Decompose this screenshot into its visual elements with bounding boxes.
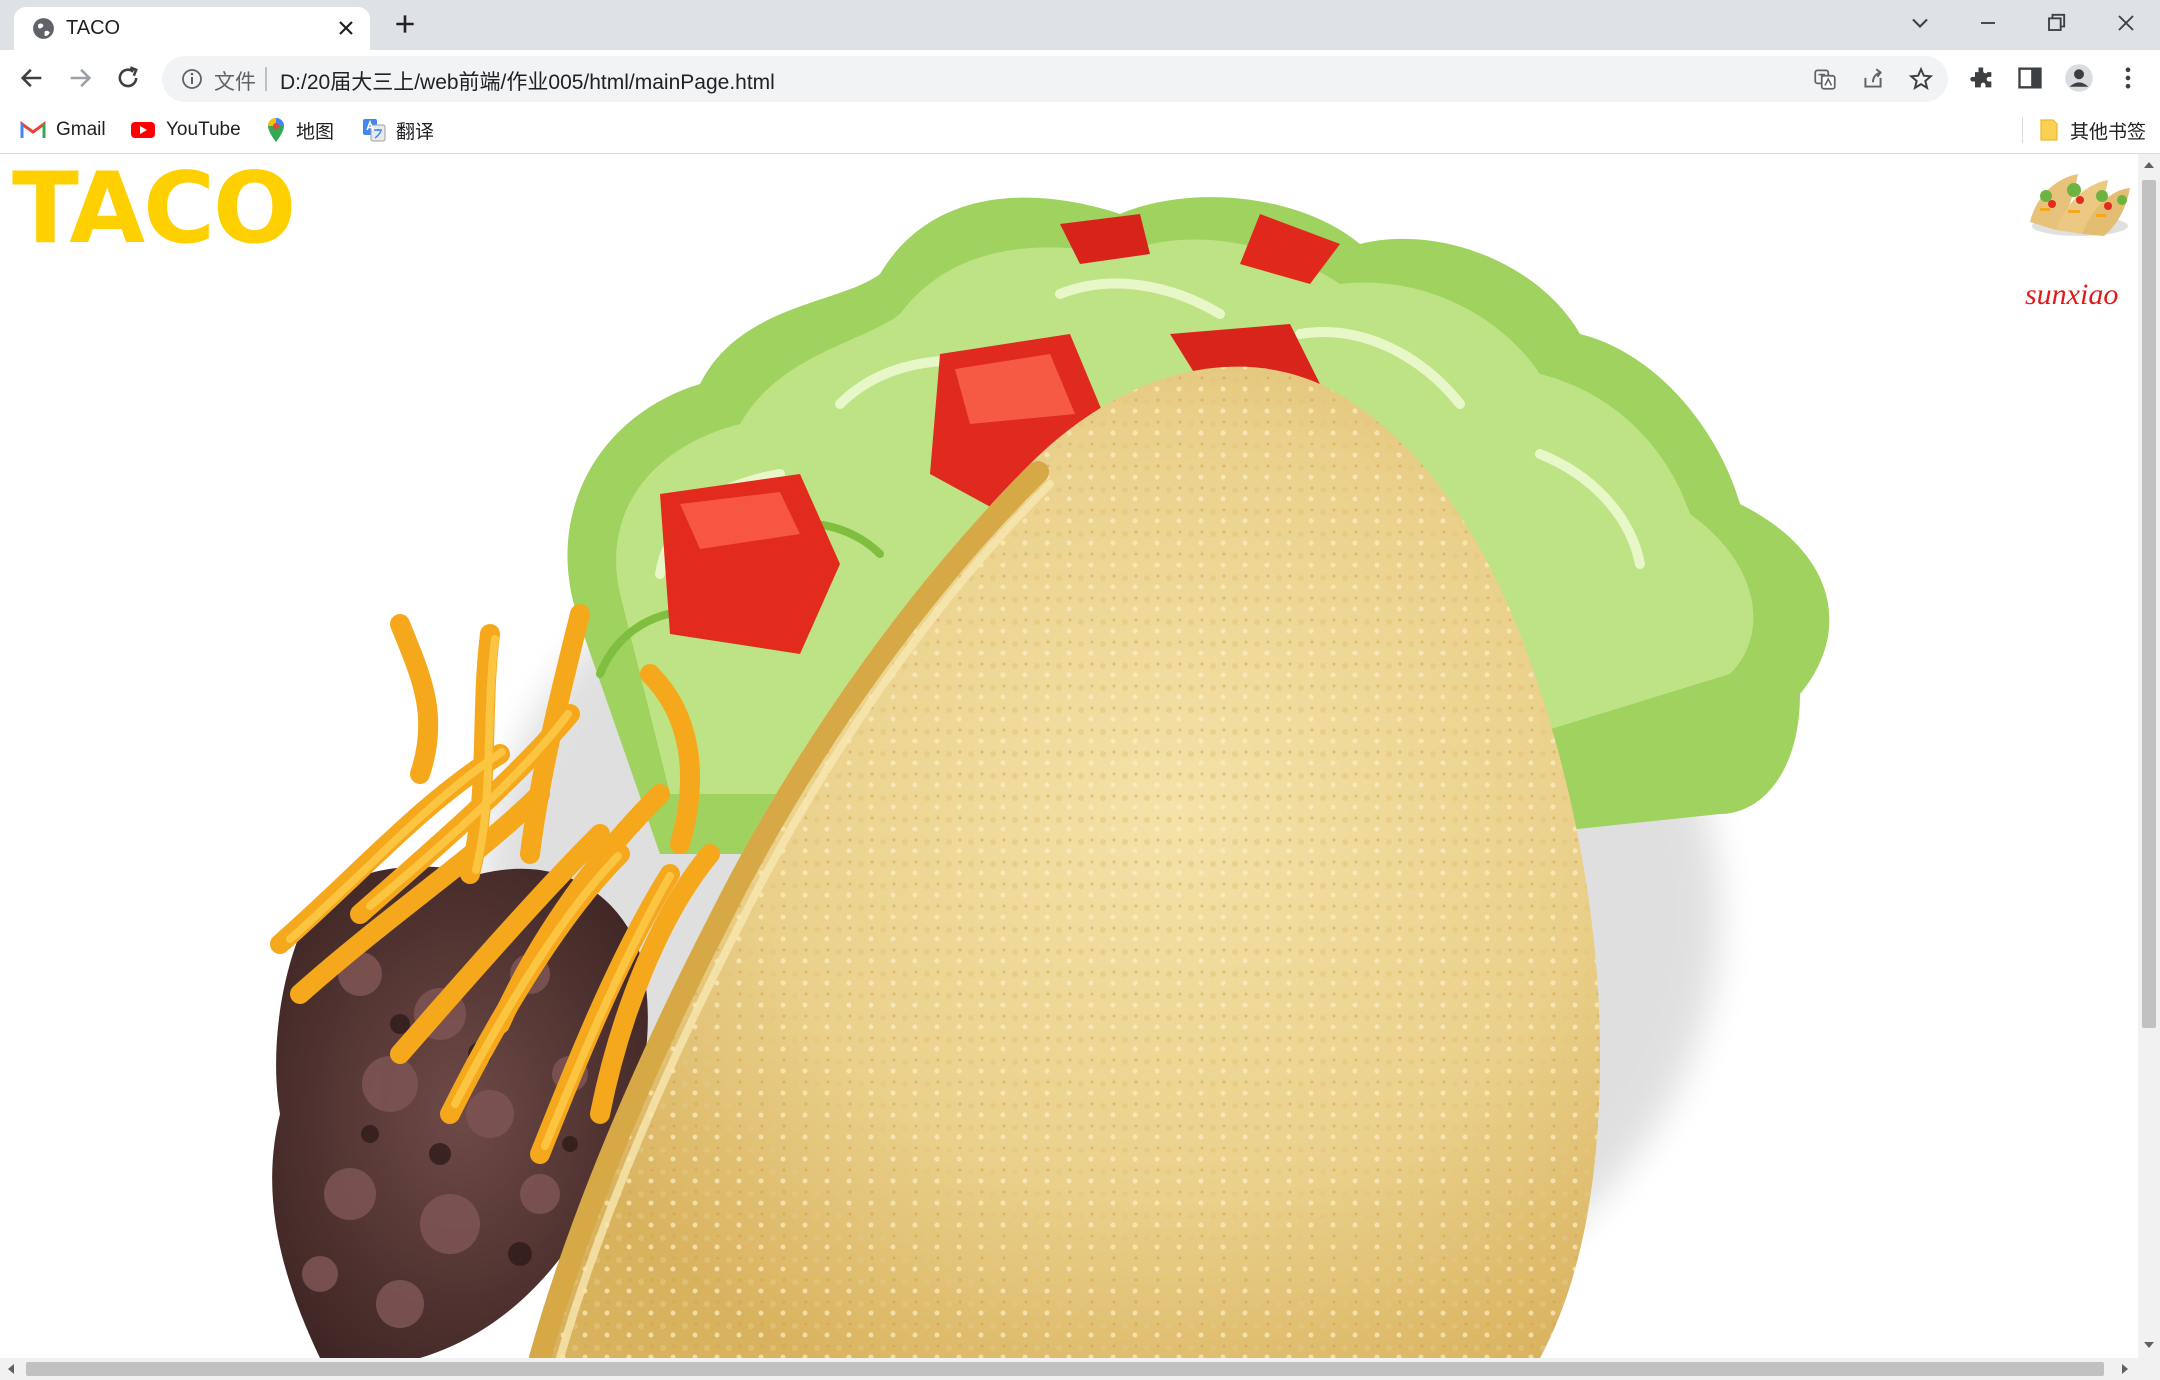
horizontal-scroll-thumb[interactable] bbox=[26, 1362, 2104, 1376]
globe-icon bbox=[33, 18, 54, 39]
page-viewport: TACO sunxiao bbox=[0, 154, 2138, 1358]
folder-icon bbox=[2040, 119, 2058, 141]
gmail-icon bbox=[20, 121, 46, 138]
tab-taco[interactable]: TACO bbox=[14, 7, 370, 50]
tab-strip: TACO bbox=[0, 0, 2160, 50]
bookmark-maps[interactable]: 地图 bbox=[266, 113, 334, 147]
side-panel-icon[interactable] bbox=[2016, 64, 2044, 92]
url-text[interactable]: D:/20届大三上/web前端/作业005/html/mainPage.html bbox=[280, 66, 775, 96]
bookmark-gmail[interactable]: Gmail bbox=[20, 113, 106, 147]
taco-thumbnail[interactable] bbox=[2026, 166, 2134, 242]
page-title: TACO bbox=[12, 154, 296, 266]
bookmark-label: YouTube bbox=[166, 119, 241, 140]
more-menu-icon[interactable] bbox=[2114, 64, 2142, 92]
share-icon[interactable] bbox=[1860, 66, 1886, 92]
tab-title: TACO bbox=[66, 17, 121, 39]
forward-icon[interactable] bbox=[66, 64, 94, 92]
bookmarks-divider bbox=[2022, 117, 2023, 143]
bookmark-label: 地图 bbox=[296, 121, 335, 143]
vertical-scrollbar[interactable] bbox=[2138, 154, 2160, 1358]
scroll-up-icon[interactable] bbox=[2144, 162, 2154, 168]
bookmark-label: Gmail bbox=[56, 119, 106, 140]
bookmark-label: 翻译 bbox=[396, 121, 435, 143]
bookmark-translate[interactable]: 翻译 bbox=[362, 113, 434, 147]
translate-icon bbox=[363, 119, 386, 142]
bookmark-youtube[interactable]: YouTube bbox=[130, 113, 241, 147]
extensions-icon[interactable] bbox=[1968, 64, 1996, 92]
profile-avatar-icon[interactable] bbox=[2064, 63, 2094, 93]
back-icon[interactable] bbox=[18, 64, 46, 92]
close-window-icon[interactable] bbox=[2112, 9, 2140, 37]
omnibox-divider bbox=[265, 67, 267, 91]
tab-search-icon[interactable] bbox=[1906, 9, 1934, 37]
bookmark-other[interactable]: 其他书签 bbox=[2038, 113, 2146, 147]
address-bar[interactable]: 文件 D:/20届大三上/web前端/作业005/html/mainPage.h… bbox=[162, 56, 1948, 102]
info-icon[interactable] bbox=[180, 67, 204, 91]
new-tab-icon[interactable] bbox=[392, 11, 418, 37]
scheme-label: 文件 bbox=[214, 71, 256, 94]
translate-page-icon[interactable] bbox=[1812, 66, 1838, 92]
reload-icon[interactable] bbox=[114, 64, 142, 92]
bookmark-star-icon[interactable] bbox=[1908, 66, 1934, 92]
browser-toolbar: 文件 D:/20届大三上/web前端/作业005/html/mainPage.h… bbox=[0, 50, 2160, 107]
horizontal-scrollbar[interactable] bbox=[0, 1358, 2160, 1380]
taco-image bbox=[270, 197, 1830, 1358]
scroll-down-icon[interactable] bbox=[2144, 1342, 2154, 1348]
minimize-icon[interactable] bbox=[1974, 9, 2002, 37]
youtube-icon bbox=[131, 122, 155, 138]
restore-icon[interactable] bbox=[2042, 9, 2070, 37]
close-tab-icon[interactable] bbox=[334, 16, 358, 40]
author-name: sunxiao bbox=[2025, 278, 2119, 311]
scroll-right-icon[interactable] bbox=[2122, 1364, 2128, 1374]
bookmarks-bar: Gmail YouTube 地图 翻译 其他书签 bbox=[0, 107, 2160, 154]
bookmark-label: 其他书签 bbox=[2070, 121, 2147, 143]
maps-icon bbox=[268, 118, 284, 142]
scroll-left-icon[interactable] bbox=[8, 1364, 14, 1374]
vertical-scroll-thumb[interactable] bbox=[2142, 180, 2156, 1028]
